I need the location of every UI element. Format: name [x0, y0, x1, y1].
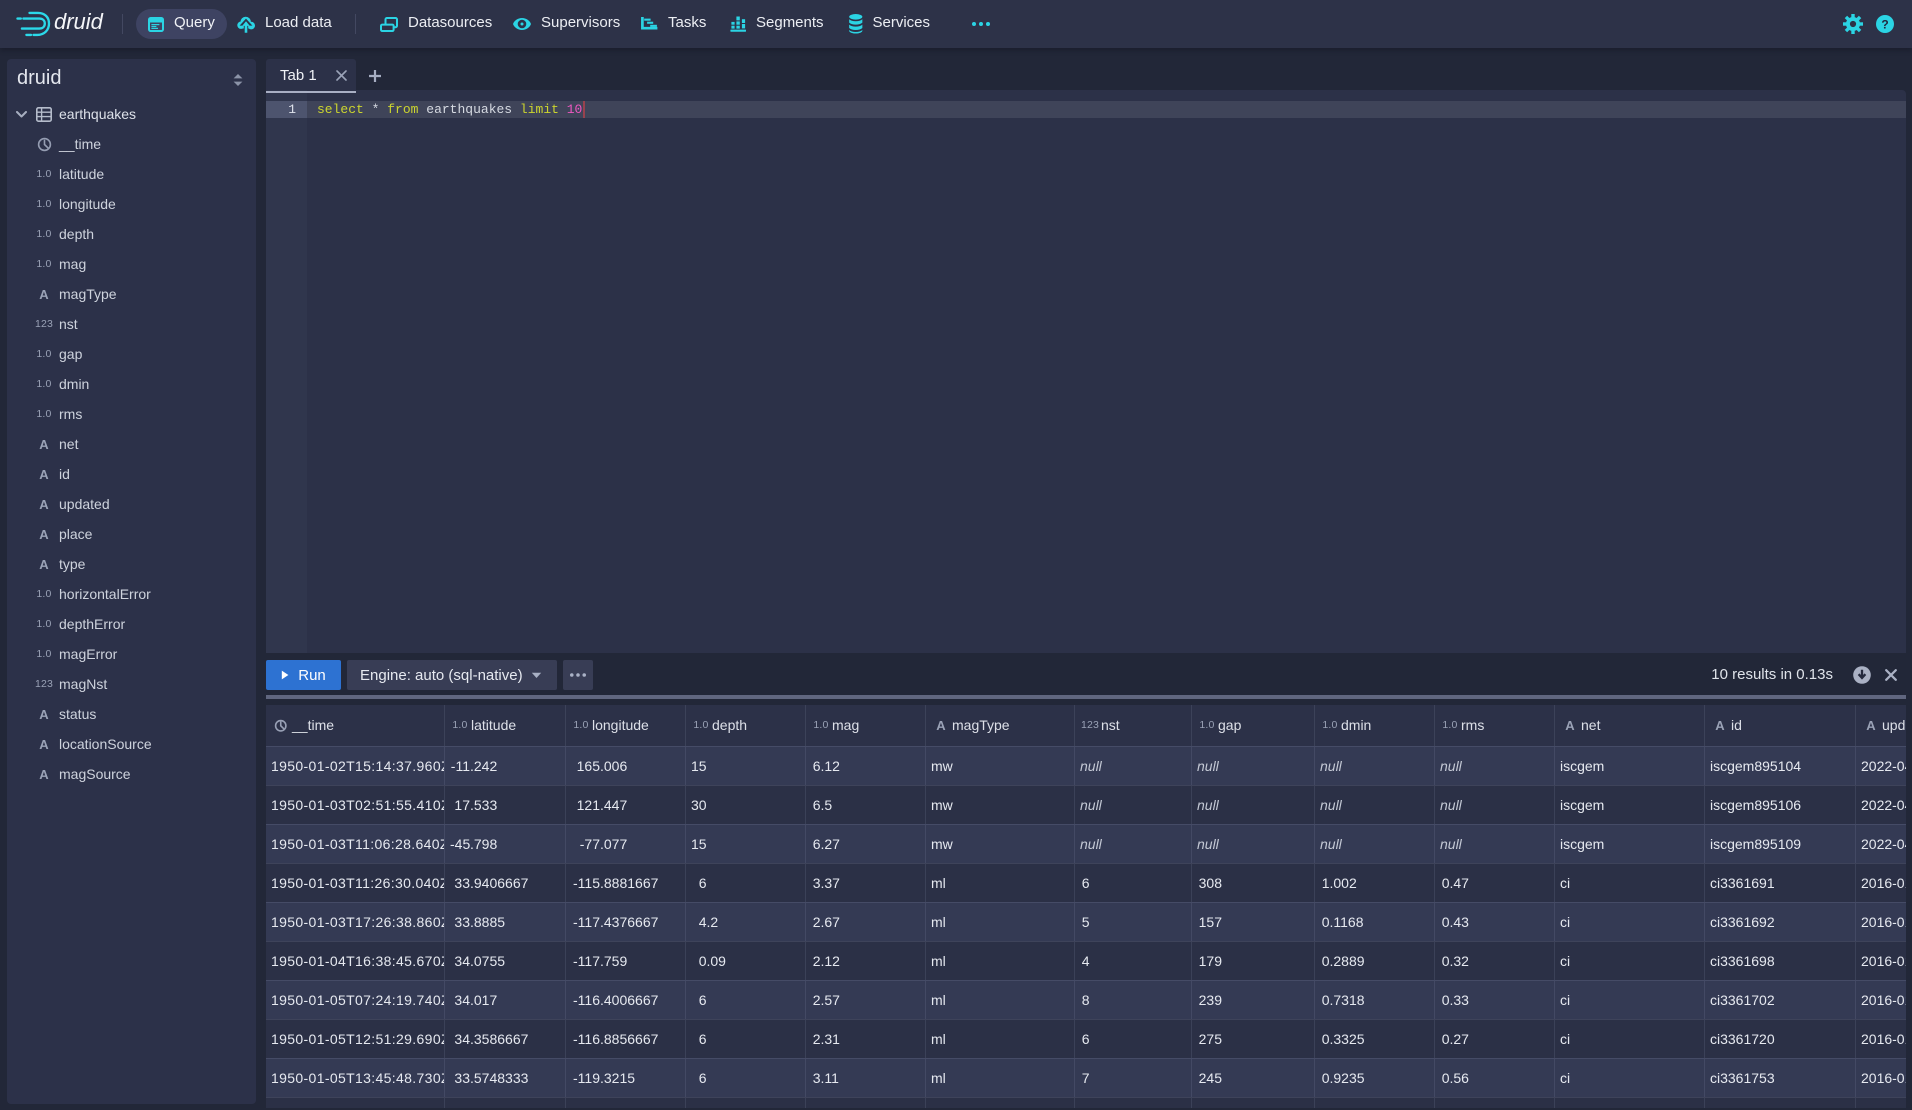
svg-text:?: ?: [1881, 17, 1888, 31]
